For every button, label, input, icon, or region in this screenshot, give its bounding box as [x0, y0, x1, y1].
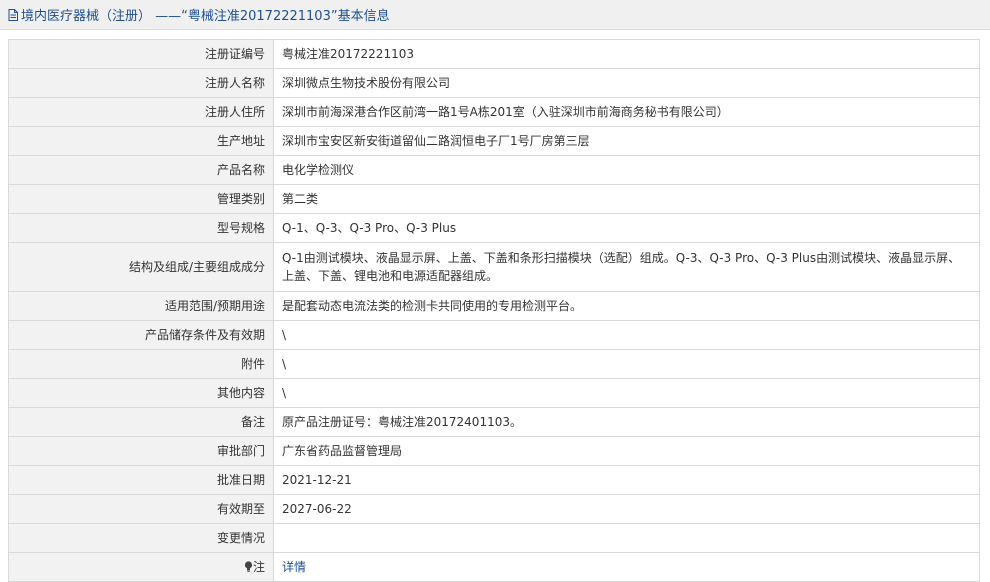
table-row: 产品名称 电化学检测仪: [8, 155, 980, 185]
row-value: 广东省药品监督管理局: [273, 436, 980, 466]
row-value: [273, 523, 980, 553]
row-value: 深圳市前海深港合作区前湾一路1号A栋201室（入驻深圳市前海商务秘书有限公司）: [273, 97, 980, 127]
row-value: 深圳市宝安区新安街道留仙二路润恒电子厂1号厂房第三层: [273, 126, 980, 156]
row-value: \: [273, 349, 980, 379]
table-row: 附件 \: [8, 349, 980, 379]
row-label: 审批部门: [8, 436, 274, 466]
info-table: 注册证编号 粤械注准20172221103 注册人名称 深圳微点生物技术股份有限…: [8, 39, 980, 582]
row-label: 注册证编号: [8, 39, 274, 69]
table-row: 变更情况: [8, 523, 980, 553]
table-row: 批准日期 2021-12-21: [8, 465, 980, 495]
table-row: 注册证编号 粤械注准20172221103: [8, 39, 980, 69]
document-icon: [8, 8, 18, 21]
table-row: 注册人名称 深圳微点生物技术股份有限公司: [8, 68, 980, 98]
row-label: 产品储存条件及有效期: [8, 320, 274, 350]
row-label: 批准日期: [8, 465, 274, 495]
row-value: 是配套动态电流法类的检测卡共同使用的专用检测平台。: [273, 291, 980, 321]
table-row: 备注 原产品注册证号：粤械注准20172401103。: [8, 407, 980, 437]
table-row: 型号规格 Q-1、Q-3、Q-3 Pro、Q-3 Plus: [8, 213, 980, 243]
details-link[interactable]: 详情: [282, 560, 306, 574]
lightbulb-icon: [244, 559, 253, 572]
row-label: 结构及组成/主要组成成分: [8, 242, 274, 292]
row-label: 其他内容: [8, 378, 274, 408]
row-label: 变更情况: [8, 523, 274, 553]
row-value: 电化学检测仪: [273, 155, 980, 185]
table-row: 审批部门 广东省药品监督管理局: [8, 436, 980, 466]
table-row: 注册人住所 深圳市前海深港合作区前湾一路1号A栋201室（入驻深圳市前海商务秘书…: [8, 97, 980, 127]
row-value: 深圳微点生物技术股份有限公司: [273, 68, 980, 98]
row-value: 粤械注准20172221103: [273, 39, 980, 69]
row-label: 注册人住所: [8, 97, 274, 127]
row-value: \: [273, 378, 980, 408]
row-value: 2027-06-22: [273, 494, 980, 524]
row-value: 2021-12-21: [273, 465, 980, 495]
row-label: 备注: [8, 407, 274, 437]
table-row: 有效期至 2027-06-22: [8, 494, 980, 524]
row-label: 生产地址: [8, 126, 274, 156]
table-row: 结构及组成/主要组成成分 Q-1由测试模块、液晶显示屏、上盖、下盖和条形扫描模块…: [8, 242, 980, 292]
row-value: Q-1、Q-3、Q-3 Pro、Q-3 Plus: [273, 213, 980, 243]
row-label: 产品名称: [8, 155, 274, 185]
row-value: \: [273, 320, 980, 350]
table-row: 生产地址 深圳市宝安区新安街道留仙二路润恒电子厂1号厂房第三层: [8, 126, 980, 156]
row-value: 第二类: [273, 184, 980, 214]
note-label: 注: [252, 560, 265, 574]
row-label: 有效期至: [8, 494, 274, 524]
row-value: Q-1由测试模块、液晶显示屏、上盖、下盖和条形扫描模块（选配）组成。Q-3、Q-…: [273, 242, 980, 292]
row-label: 型号规格: [8, 213, 274, 243]
row-value: 原产品注册证号：粤械注准20172401103。: [273, 407, 980, 437]
row-label: 适用范围/预期用途: [8, 291, 274, 321]
row-label: 附件: [8, 349, 274, 379]
page-title: 境内医疗器械（注册） ——“粤械注准20172221103”基本信息: [21, 9, 390, 24]
row-label: 管理类别: [8, 184, 274, 214]
table-row: 适用范围/预期用途 是配套动态电流法类的检测卡共同使用的专用检测平台。: [8, 291, 980, 321]
note-value: 详情: [273, 552, 980, 582]
note-label-cell: 注: [8, 552, 274, 582]
table-row: 管理类别 第二类: [8, 184, 980, 214]
row-label: 注册人名称: [8, 68, 274, 98]
table-row: 产品储存条件及有效期 \: [8, 320, 980, 350]
table-row: 其他内容 \: [8, 378, 980, 408]
note-row: 注 详情: [8, 552, 980, 582]
page-header: 境内医疗器械（注册） ——“粤械注准20172221103”基本信息: [0, 0, 990, 30]
